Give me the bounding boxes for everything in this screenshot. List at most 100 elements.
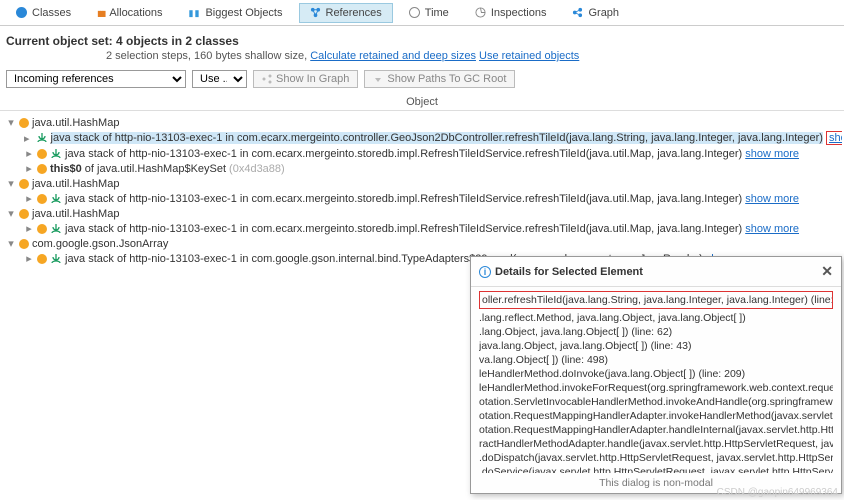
stack-line: .doService(javax.servlet.http.HttpServle…	[479, 465, 833, 473]
expand-icon[interactable]: ▸	[24, 147, 34, 160]
stack-line: .lang.Object, java.lang.Object[ ]) (line…	[479, 325, 833, 339]
tree-node[interactable]: ▾ com.google.gson.JsonArray	[2, 236, 842, 251]
tree-node[interactable]: ▾java.util.HashMap	[2, 206, 842, 221]
gc-root-icon	[50, 193, 62, 205]
node-label: java.util.HashMap	[32, 117, 119, 129]
biggest-objects-icon	[189, 7, 201, 19]
stack-line: .doDispatch(javax.servlet.http.HttpServl…	[479, 451, 833, 465]
object-set-header: Current object set: 4 objects in 2 class…	[0, 26, 844, 64]
expand-icon[interactable]: ▸	[24, 222, 34, 235]
stack-line: otation.RequestMappingHandlerAdapter.inv…	[479, 409, 833, 423]
watermark: CSDN @gaopin649969364	[717, 487, 838, 498]
show-paths-gc-root-button[interactable]: Show Paths To GC Root	[364, 70, 515, 88]
tree-row[interactable]: ▸ java stack of http-nio-13103-exec-1 in …	[2, 191, 842, 206]
gc-root-icon	[50, 253, 62, 265]
object-icon	[37, 194, 47, 204]
tab-bar: Classes Allocations Biggest Objects Refe…	[0, 0, 844, 26]
stack-line: .lang.reflect.Method, java.lang.Object, …	[479, 311, 833, 325]
object-tree: ▾ java.util.HashMap ▸ java stack of http-n…	[0, 111, 844, 270]
title-value: 4 objects in 2 classes	[116, 34, 239, 48]
tab-graph[interactable]: Graph	[562, 4, 629, 22]
tab-label: Classes	[32, 7, 71, 19]
tab-allocations[interactable]: Allocations	[87, 4, 172, 22]
tab-references[interactable]: References	[299, 3, 393, 23]
collapse-icon[interactable]: ▾	[6, 177, 16, 190]
reference-mode-select[interactable]: Incoming references	[6, 70, 186, 88]
tab-label: Time	[425, 7, 449, 19]
stack-line: otation.RequestMappingHandlerAdapter.han…	[479, 423, 833, 437]
table-header: Object	[0, 94, 844, 111]
stack-line: oller.refreshTileId(java.lang.String, ja…	[479, 291, 833, 309]
tree-node[interactable]: ▾ java.util.HashMap	[2, 176, 842, 191]
use-retained-link[interactable]: Use retained objects	[479, 50, 579, 62]
column-object: Object	[406, 96, 438, 108]
btn-label: Show In Graph	[276, 73, 349, 85]
object-icon	[37, 149, 47, 159]
object-icon	[19, 118, 29, 128]
use-select[interactable]: Use ...	[192, 70, 247, 88]
show-in-graph-button[interactable]: Show In Graph	[253, 70, 358, 88]
stack-line: ractHandlerMethodAdapter.handle(javax.se…	[479, 437, 833, 451]
stack-line: java.lang.Object, java.lang.Object[ ]) (…	[479, 339, 833, 353]
tab-label: Graph	[588, 7, 619, 19]
tab-time[interactable]: Time	[399, 4, 459, 22]
show-more-link[interactable]: show more	[745, 223, 799, 235]
show-more-link[interactable]: show more	[745, 148, 799, 160]
popup-body[interactable]: oller.refreshTileId(java.lang.String, ja…	[471, 286, 841, 473]
tab-label: Biggest Objects	[205, 7, 282, 19]
object-icon	[37, 224, 47, 234]
collapse-icon[interactable]: ▾	[6, 207, 16, 220]
object-icon	[19, 179, 29, 189]
btn-label: Show Paths To GC Root	[387, 73, 506, 85]
gc-root-icon	[50, 148, 62, 160]
expand-icon[interactable]: ▸	[24, 192, 34, 205]
stack-line: leHandlerMethod.doInvoke(java.lang.Objec…	[479, 367, 833, 381]
tree-row[interactable]: ▸ this$0 of java.util.HashMap$KeySet (0x4…	[2, 161, 842, 176]
popup-title: Details for Selected Element	[495, 266, 643, 278]
details-popup: i Details for Selected Element ✕ oller.re…	[470, 256, 842, 494]
row-label: java stack of http-nio-13103-exec-1 in c…	[51, 132, 823, 144]
gc-root-icon	[36, 132, 48, 144]
show-more-link[interactable]: show more	[745, 193, 799, 205]
tree-row[interactable]: ▸ java stack of http-nio-13103-exec-1 in …	[2, 130, 842, 146]
row-label: java stack of http-nio-13103-exec-1 in c…	[65, 193, 742, 205]
show-more-link[interactable]: show more	[829, 132, 842, 144]
row-label: of java.util.HashMap$KeySet	[85, 163, 226, 175]
stack-line: va.lang.Object[ ]) (line: 498)	[479, 353, 833, 367]
tab-inspections[interactable]: Inspections	[465, 4, 557, 22]
object-icon	[37, 254, 47, 264]
field-name: this$0	[50, 163, 82, 175]
object-icon	[19, 209, 29, 219]
object-hash: (0x4d3a88)	[229, 163, 285, 175]
collapse-icon[interactable]: ▾	[6, 116, 16, 129]
info-icon: i	[479, 266, 491, 278]
allocations-icon	[97, 7, 104, 19]
time-icon	[409, 7, 420, 18]
node-label: java.util.HashMap	[32, 178, 119, 190]
stack-line: leHandlerMethod.invokeForRequest(org.spr…	[479, 381, 833, 395]
tab-label: References	[326, 7, 382, 19]
toolbar: Incoming references Use ... Show In Grap…	[0, 64, 844, 94]
gc-root-icon	[50, 223, 62, 235]
tab-classes[interactable]: Classes	[6, 4, 81, 22]
expand-icon[interactable]: ▸	[24, 162, 34, 175]
object-icon	[19, 239, 29, 249]
row-label: java stack of http-nio-13103-exec-1 in c…	[65, 148, 742, 160]
tree-row[interactable]: ▸ java stack of http-nio-13103-exec-1 in …	[2, 146, 842, 161]
collapse-icon[interactable]: ▾	[6, 237, 16, 250]
tree-node[interactable]: ▾ java.util.HashMap	[2, 115, 842, 130]
classes-icon	[16, 7, 27, 18]
references-icon	[310, 7, 321, 18]
tree-row[interactable]: ▸java stack of http-nio-13103-exec-1 in …	[2, 221, 842, 236]
expand-icon[interactable]: ▸	[24, 252, 34, 265]
tab-label: Allocations	[109, 7, 162, 19]
steps-text: 2 selection steps, 160 bytes shallow siz…	[106, 50, 307, 62]
tab-biggest-objects[interactable]: Biggest Objects	[179, 4, 293, 22]
tab-label: Inspections	[491, 7, 547, 19]
expand-icon[interactable]: ▸	[24, 132, 30, 145]
stack-line: otation.ServletInvocableHandlerMethod.in…	[479, 395, 833, 409]
node-label: com.google.gson.JsonArray	[32, 238, 168, 250]
graph-icon	[572, 7, 583, 18]
close-button[interactable]: ✕	[821, 263, 833, 280]
calculate-sizes-link[interactable]: Calculate retained and deep sizes	[310, 50, 476, 62]
